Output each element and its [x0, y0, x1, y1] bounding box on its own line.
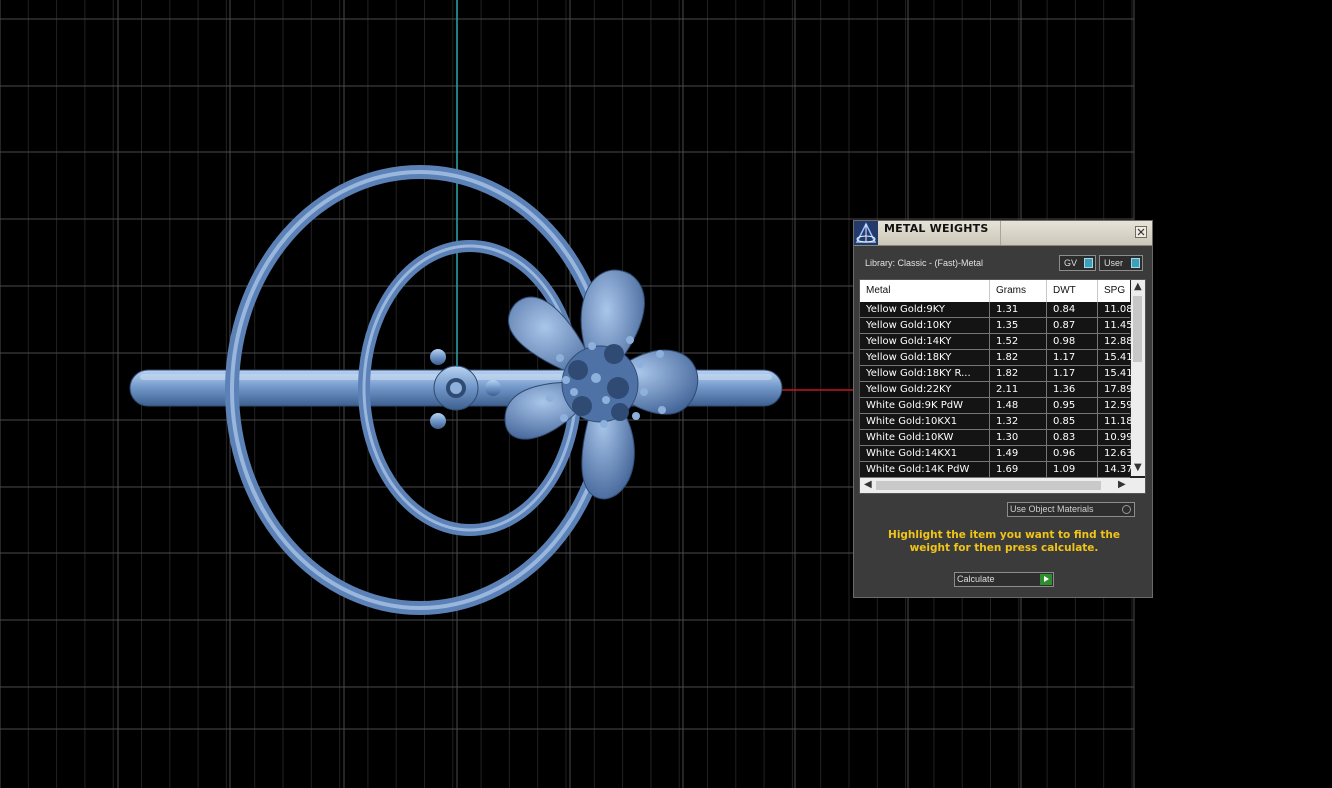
cell-metal: White Gold:14KX1	[860, 446, 990, 461]
table-header: Metal Grams DWT SPG	[860, 280, 1130, 302]
cell-grams: 1.82	[990, 350, 1047, 365]
use-object-materials-toggle[interactable]: Use Object Materials	[1007, 502, 1135, 517]
panel-title: METAL WEIGHTS	[884, 222, 989, 235]
close-button[interactable]	[1135, 226, 1147, 238]
table-row[interactable]: White Gold:9K PdW 1.48 0.95 12.59	[860, 398, 1133, 414]
cell-metal: Yellow Gold:18KY	[860, 350, 990, 365]
user-toggle-label: User	[1104, 258, 1124, 268]
cell-metal: White Gold:14K PdW	[860, 462, 990, 477]
ring-model	[129, 165, 783, 615]
cell-metal: White Gold:10KW	[860, 430, 990, 445]
panel-titlebar[interactable]: METAL WEIGHTS	[854, 221, 1152, 246]
table-horizontal-scrollbar[interactable]: ◀ ▶	[860, 478, 1145, 493]
calculate-label: Calculate	[957, 574, 995, 584]
vertical-scroll-thumb[interactable]	[1133, 296, 1142, 362]
cell-metal: Yellow Gold:18KY R...	[860, 366, 990, 381]
cell-metal: White Gold:9K PdW	[860, 398, 990, 413]
use-object-materials-label: Use Object Materials	[1010, 504, 1094, 514]
cell-grams: 1.30	[990, 430, 1047, 445]
cell-dwt: 0.98	[1047, 334, 1098, 349]
titlebar-divider	[1000, 221, 1001, 245]
table-row[interactable]: White Gold:10KX1 1.32 0.85 11.18	[860, 414, 1133, 430]
scroll-left-icon[interactable]: ◀	[864, 480, 872, 490]
cell-grams: 1.82	[990, 366, 1047, 381]
table-row[interactable]: Yellow Gold:18KY R... 1.82 1.17 15.41	[860, 366, 1133, 382]
table-row[interactable]: White Gold:14K PdW 1.69 1.09 14.37	[860, 462, 1133, 478]
user-toggle[interactable]: User	[1099, 255, 1143, 271]
gv-toggle[interactable]: GV	[1059, 255, 1096, 271]
cell-dwt: 1.36	[1047, 382, 1098, 397]
cell-metal: Yellow Gold:9KY	[860, 302, 990, 317]
user-toggle-indicator	[1131, 258, 1140, 268]
table-row[interactable]: Yellow Gold:14KY 1.52 0.98 12.88	[860, 334, 1133, 350]
table-row[interactable]: White Gold:14KX1 1.49 0.96 12.63	[860, 446, 1133, 462]
cell-grams: 1.69	[990, 462, 1047, 477]
cell-dwt: 1.17	[1047, 350, 1098, 365]
cell-dwt: 0.85	[1047, 414, 1098, 429]
cell-metal: Yellow Gold:10KY	[860, 318, 990, 333]
cell-dwt: 1.09	[1047, 462, 1098, 477]
column-header-dwt[interactable]: DWT	[1047, 280, 1098, 302]
cell-grams: 1.31	[990, 302, 1047, 317]
column-header-metal[interactable]: Metal	[860, 280, 990, 302]
column-header-grams[interactable]: Grams	[990, 280, 1047, 302]
table-row[interactable]: Yellow Gold:9KY 1.31 0.84 11.08	[860, 302, 1133, 318]
table-row[interactable]: Yellow Gold:10KY 1.35 0.87 11.45	[860, 318, 1133, 334]
cell-grams: 1.48	[990, 398, 1047, 413]
metal-weights-panel: METAL WEIGHTS Library: Classic - (Fast)-…	[853, 220, 1153, 598]
metal-weights-table[interactable]: Metal Grams DWT SPG Yellow Gold:9KY 1.31 0…	[859, 279, 1146, 494]
cell-grams: 1.32	[990, 414, 1047, 429]
instruction-text: Highlight the item you want to find the …	[888, 529, 1120, 554]
gv-toggle-label: GV	[1064, 258, 1078, 268]
table-vertical-scrollbar[interactable]: ▲ ▼	[1131, 280, 1145, 476]
table-row[interactable]: White Gold:10KW 1.30 0.83 10.99	[860, 430, 1133, 446]
cell-metal: White Gold:10KX1	[860, 414, 990, 429]
cell-dwt: 1.17	[1047, 366, 1098, 381]
cell-dwt: 0.95	[1047, 398, 1098, 413]
library-label: Library: Classic - (Fast)-Metal	[865, 258, 984, 268]
horizontal-scroll-thumb[interactable]	[876, 481, 1101, 490]
cell-metal: Yellow Gold:22KY	[860, 382, 990, 397]
scroll-down-icon[interactable]: ▼	[1134, 463, 1142, 473]
calculate-button[interactable]: Calculate	[954, 572, 1054, 587]
cell-grams: 1.52	[990, 334, 1047, 349]
cell-grams: 1.35	[990, 318, 1047, 333]
cell-dwt: 0.87	[1047, 318, 1098, 333]
app-logo-icon	[854, 221, 878, 245]
scroll-right-icon[interactable]: ▶	[1118, 480, 1126, 490]
scroll-up-icon[interactable]: ▲	[1134, 282, 1142, 292]
cell-metal: Yellow Gold:14KY	[860, 334, 990, 349]
gv-toggle-indicator	[1084, 258, 1093, 268]
table-row[interactable]: Yellow Gold:22KY 2.11 1.36 17.89	[860, 382, 1133, 398]
radio-indicator-icon	[1122, 505, 1131, 514]
cell-dwt: 0.84	[1047, 302, 1098, 317]
cell-dwt: 0.83	[1047, 430, 1098, 445]
close-icon	[1137, 228, 1145, 236]
table-row[interactable]: Yellow Gold:18KY 1.82 1.17 15.41	[860, 350, 1133, 366]
play-arrow-icon	[1040, 574, 1052, 585]
cell-grams: 2.11	[990, 382, 1047, 397]
cell-grams: 1.49	[990, 446, 1047, 461]
cell-dwt: 0.96	[1047, 446, 1098, 461]
